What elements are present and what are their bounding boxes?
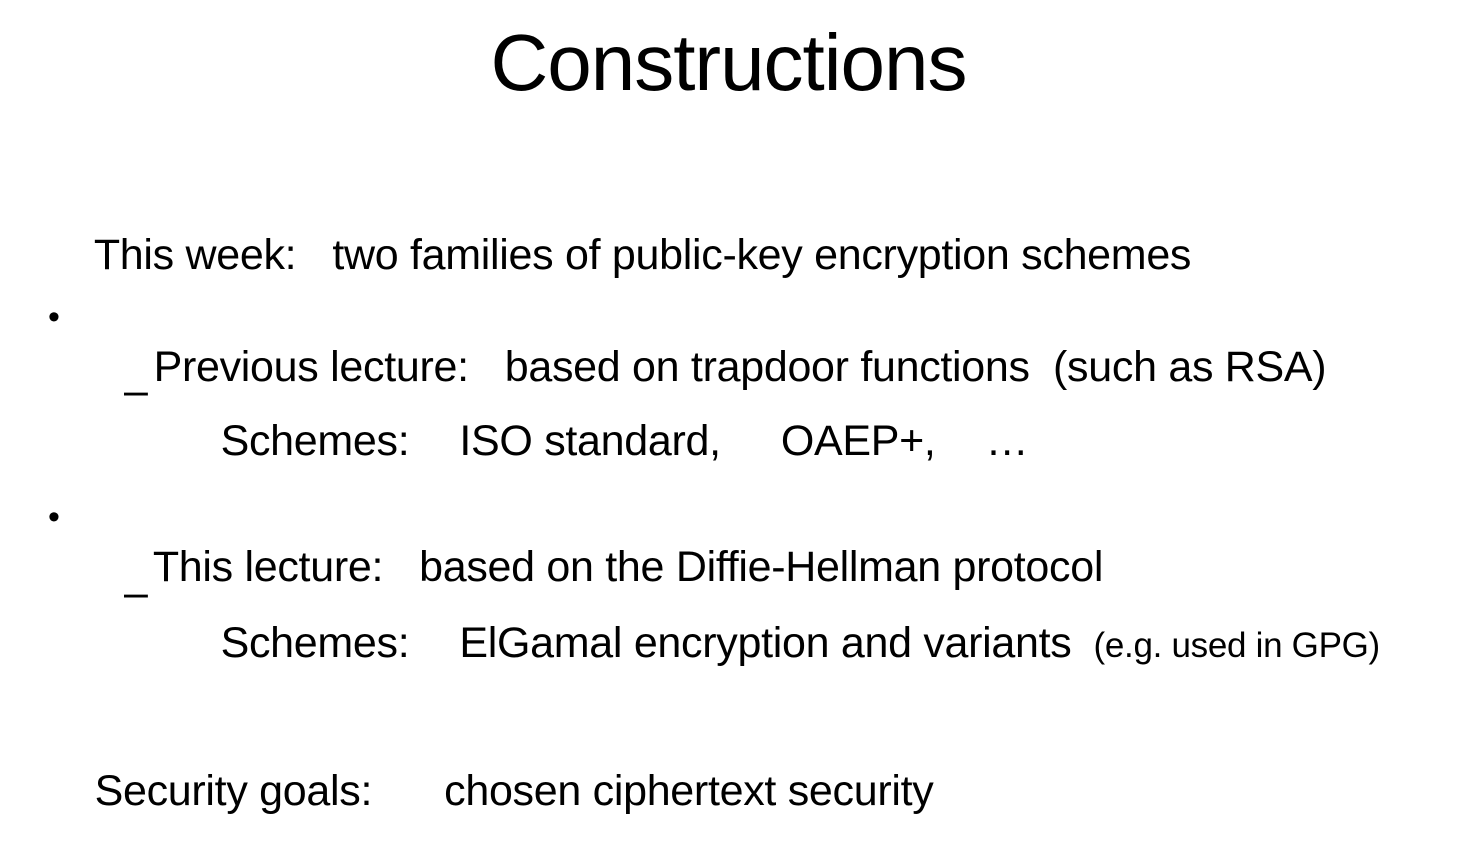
slide-title: Constructions [490, 18, 967, 107]
sub-bullet-schemes-dh: Schemes: ElGamal encryption and variants (… [174, 568, 1381, 721]
security-goals-text: chosen ciphertext security [444, 767, 934, 815]
scheme-item: … [985, 417, 1029, 465]
sub-bullet-marker: – [124, 569, 148, 617]
scheme-item: ISO standard, [459, 417, 721, 465]
intro-text: two families of public-key encryption sc… [332, 231, 1192, 279]
security-goals-label: Security goals: [94, 767, 373, 815]
sub-bullet-text: ElGamal encryption and variants [459, 619, 1072, 667]
slide: Constructions This week: two families of … [0, 0, 1457, 824]
bullet-marker: • [48, 498, 60, 536]
sub-bullet-note: (e.g. used in GPG) [1093, 626, 1381, 665]
security-goals-line: Security goals: chosen ciphertext securit… [48, 716, 934, 866]
intro-label: This week: [93, 231, 297, 279]
bullet-marker: • [48, 298, 60, 336]
scheme-item: OAEP+, [780, 417, 936, 465]
sub-bullet-label: Schemes: [220, 417, 410, 465]
sub-bullet-marker: – [124, 367, 148, 415]
sub-bullet-label: Schemes: [220, 619, 410, 667]
